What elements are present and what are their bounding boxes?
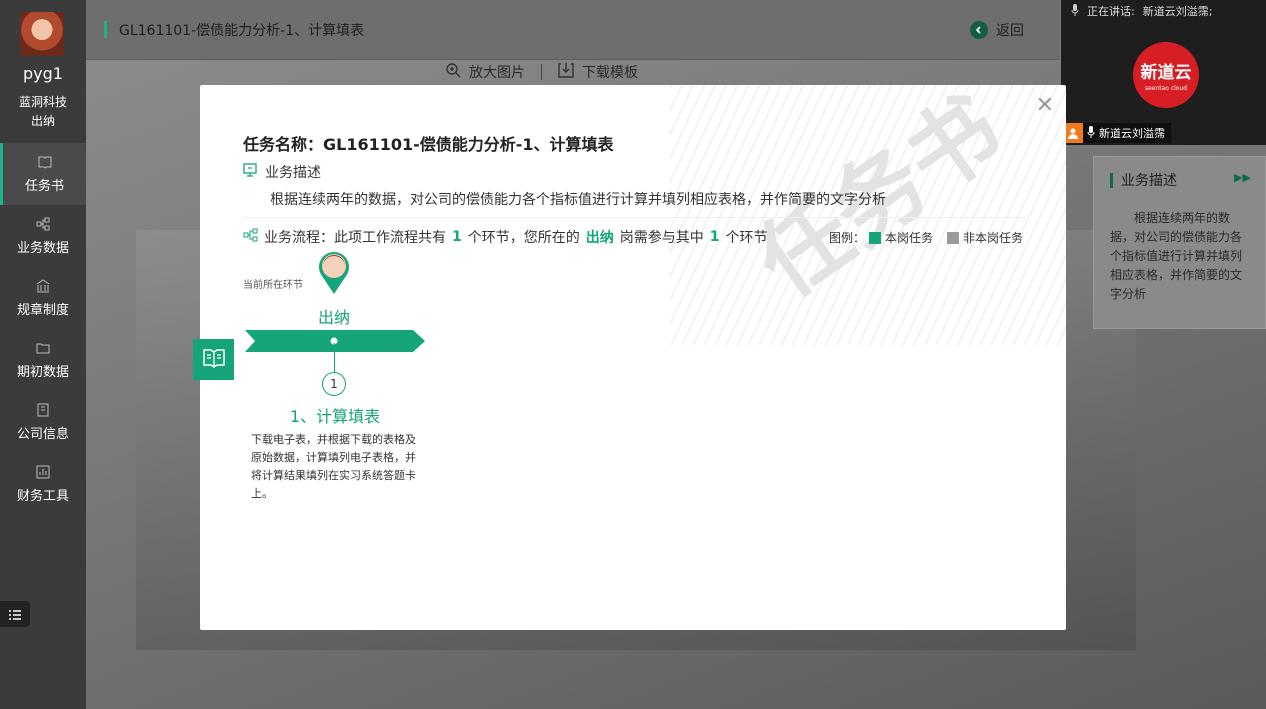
task-name: 任务名称：GL161101-偿债能力分析-1、计算填表 <box>243 135 614 154</box>
video-user-tag: 新道云刘溢霈 <box>1063 123 1171 143</box>
video-user-name: 新道云刘溢霈 <box>1099 127 1165 140</box>
task-modal: 任务书 ✕ 任务名称：GL161101-偿债能力分析-1、计算填表 业务描述 根… <box>200 85 1066 630</box>
tools-divider <box>541 64 542 80</box>
expand-icon[interactable]: ▶▶ <box>1234 171 1251 184</box>
sidebar-item-label: 财务工具 <box>16 488 69 504</box>
download-template-button[interactable]: 下载模板 <box>558 62 638 82</box>
folder-icon <box>36 341 50 355</box>
chart-icon <box>36 465 50 479</box>
sidebar-item-label: 业务数据 <box>16 240 69 256</box>
sidebar-item-company-info[interactable]: 公司信息 <box>0 391 86 453</box>
list-icon <box>9 605 21 624</box>
flow-icon <box>36 217 50 231</box>
logo-text: 新道云 <box>1140 63 1192 83</box>
speaking-label: 正在讲话: <box>1087 5 1135 18</box>
download-icon <box>558 62 574 82</box>
flow-mid1: 个环节，您所在的 <box>467 230 580 246</box>
step-description: 下载电子表，并根据下载的表格及原始数据，计算填列电子表格，并将计算结果填列在实习… <box>251 433 416 500</box>
sidebar-item-task-book[interactable]: 任务书 <box>0 143 86 205</box>
avatar[interactable] <box>20 12 64 56</box>
sidebar: pyg1 蓝洞科技 出纳 任务书 业务数据 规章制度 期初数据 公司信息 财务工… <box>0 0 86 709</box>
download-label: 下载模板 <box>582 65 638 81</box>
building-icon <box>36 403 50 417</box>
zoom-in-icon <box>445 62 461 82</box>
sidebar-item-initial-data[interactable]: 期初数据 <box>0 329 86 391</box>
legend-label: 图例： <box>828 231 865 245</box>
business-desc-title: 业务描述 <box>265 165 321 181</box>
business-desc-text: 根据连续两年的数据，对公司的偿债能力各个指标值进行计算并填列相应表格，并作简要的… <box>270 192 886 208</box>
flow-own-count: 1 <box>709 229 720 245</box>
legend-other: 非本岗任务 <box>962 231 1023 245</box>
legend: 图例： 本岗任务 非本岗任务 <box>829 229 1023 246</box>
flow-total-count: 1 <box>452 229 462 245</box>
seentao-logo: 新道云 seentao cloud <box>1133 42 1199 108</box>
desc-panel-header: 业务描述 <box>1110 170 1177 190</box>
speaking-name: 新道云刘溢霈; <box>1142 5 1213 18</box>
user-role: 出纳 <box>30 114 55 128</box>
divider <box>243 217 1026 218</box>
desc-panel-text: 根据连续两年的数据，对公司的偿债能力各个指标值进行计算并填列相应表格，并作简要的… <box>1110 211 1243 301</box>
sidebar-item-finance-tools[interactable]: 财务工具 <box>0 453 86 515</box>
open-book-icon <box>202 348 225 372</box>
close-icon[interactable]: ✕ <box>1036 95 1054 117</box>
flow-arrow-band <box>245 330 425 352</box>
business-flow-summary: 业务流程：此项工作流程共有 1 个环节，您所在的 出纳 岗需参与其中 1 个环节 <box>243 227 768 247</box>
step-title[interactable]: 1、计算填表 <box>260 403 410 427</box>
mic-icon <box>1071 3 1079 19</box>
book-icon <box>38 155 52 169</box>
current-step-label: 当前所在环节 <box>243 280 303 291</box>
back-button[interactable]: 返回 <box>970 20 1024 40</box>
sidebar-nav: 任务书 业务数据 规章制度 期初数据 公司信息 财务工具 <box>0 143 86 515</box>
business-description-panel: 业务描述 ▶▶ 根据连续两年的数据，对公司的偿债能力各个指标值进行计算并填列相应… <box>1093 156 1266 329</box>
business-desc-heading: 业务描述 <box>243 162 321 182</box>
back-icon <box>970 21 988 39</box>
user-company-role: 蓝洞科技 出纳 <box>0 93 86 131</box>
title-accent <box>104 21 107 38</box>
sidebar-item-regulations[interactable]: 规章制度 <box>0 267 86 329</box>
title-accent <box>1110 172 1113 188</box>
logo-subtext: seentao cloud <box>1144 85 1188 92</box>
zoom-label: 放大图片 <box>469 65 525 81</box>
step-connector <box>334 343 335 373</box>
zoom-image-button[interactable]: 放大图片 <box>445 62 525 82</box>
location-pin-icon <box>319 252 349 294</box>
legend-swatch-own <box>868 231 881 244</box>
image-tools: 放大图片 下载模板 <box>445 62 638 82</box>
step-number-badge: 1 <box>322 372 346 396</box>
flow-role: 出纳 <box>585 230 614 246</box>
flow-prefix: 业务流程：此项工作流程共有 <box>264 230 446 246</box>
monitor-icon <box>243 163 257 181</box>
back-label: 返回 <box>996 23 1024 39</box>
task-book-toggle-button[interactable] <box>193 339 234 380</box>
flow-mid2: 岗需参与其中 <box>619 230 704 246</box>
flow-suffix: 个环节 <box>725 230 768 246</box>
page-title: GL161101-偿债能力分析-1、计算填表 <box>119 23 365 39</box>
company-name: 蓝洞科技 <box>18 95 67 109</box>
top-bar: GL161101-偿债能力分析-1、计算填表 返回 <box>86 0 1060 60</box>
bank-icon <box>36 278 50 293</box>
user-name: pyg1 <box>23 64 63 83</box>
speaking-indicator: 正在讲话: 新道云刘溢霈; <box>1061 0 1266 22</box>
sidebar-item-label: 公司信息 <box>16 426 69 442</box>
user-icon <box>1063 123 1083 143</box>
flow-icon <box>243 228 258 246</box>
sidebar-item-business-data[interactable]: 业务数据 <box>0 205 86 267</box>
legend-swatch-other <box>946 231 959 244</box>
legend-own: 本岗任务 <box>884 231 933 245</box>
desc-panel-title: 业务描述 <box>1121 173 1177 189</box>
list-toggle-button[interactable] <box>0 601 30 627</box>
sidebar-item-label: 任务书 <box>24 178 64 194</box>
sidebar-item-label: 期初数据 <box>16 364 69 380</box>
role-label: 出纳 <box>317 308 350 327</box>
mic-icon <box>1087 125 1095 141</box>
sidebar-item-label: 规章制度 <box>16 302 69 318</box>
video-panel: 正在讲话: 新道云刘溢霈; 新道云 seentao cloud 新道云刘溢霈 <box>1061 0 1266 145</box>
